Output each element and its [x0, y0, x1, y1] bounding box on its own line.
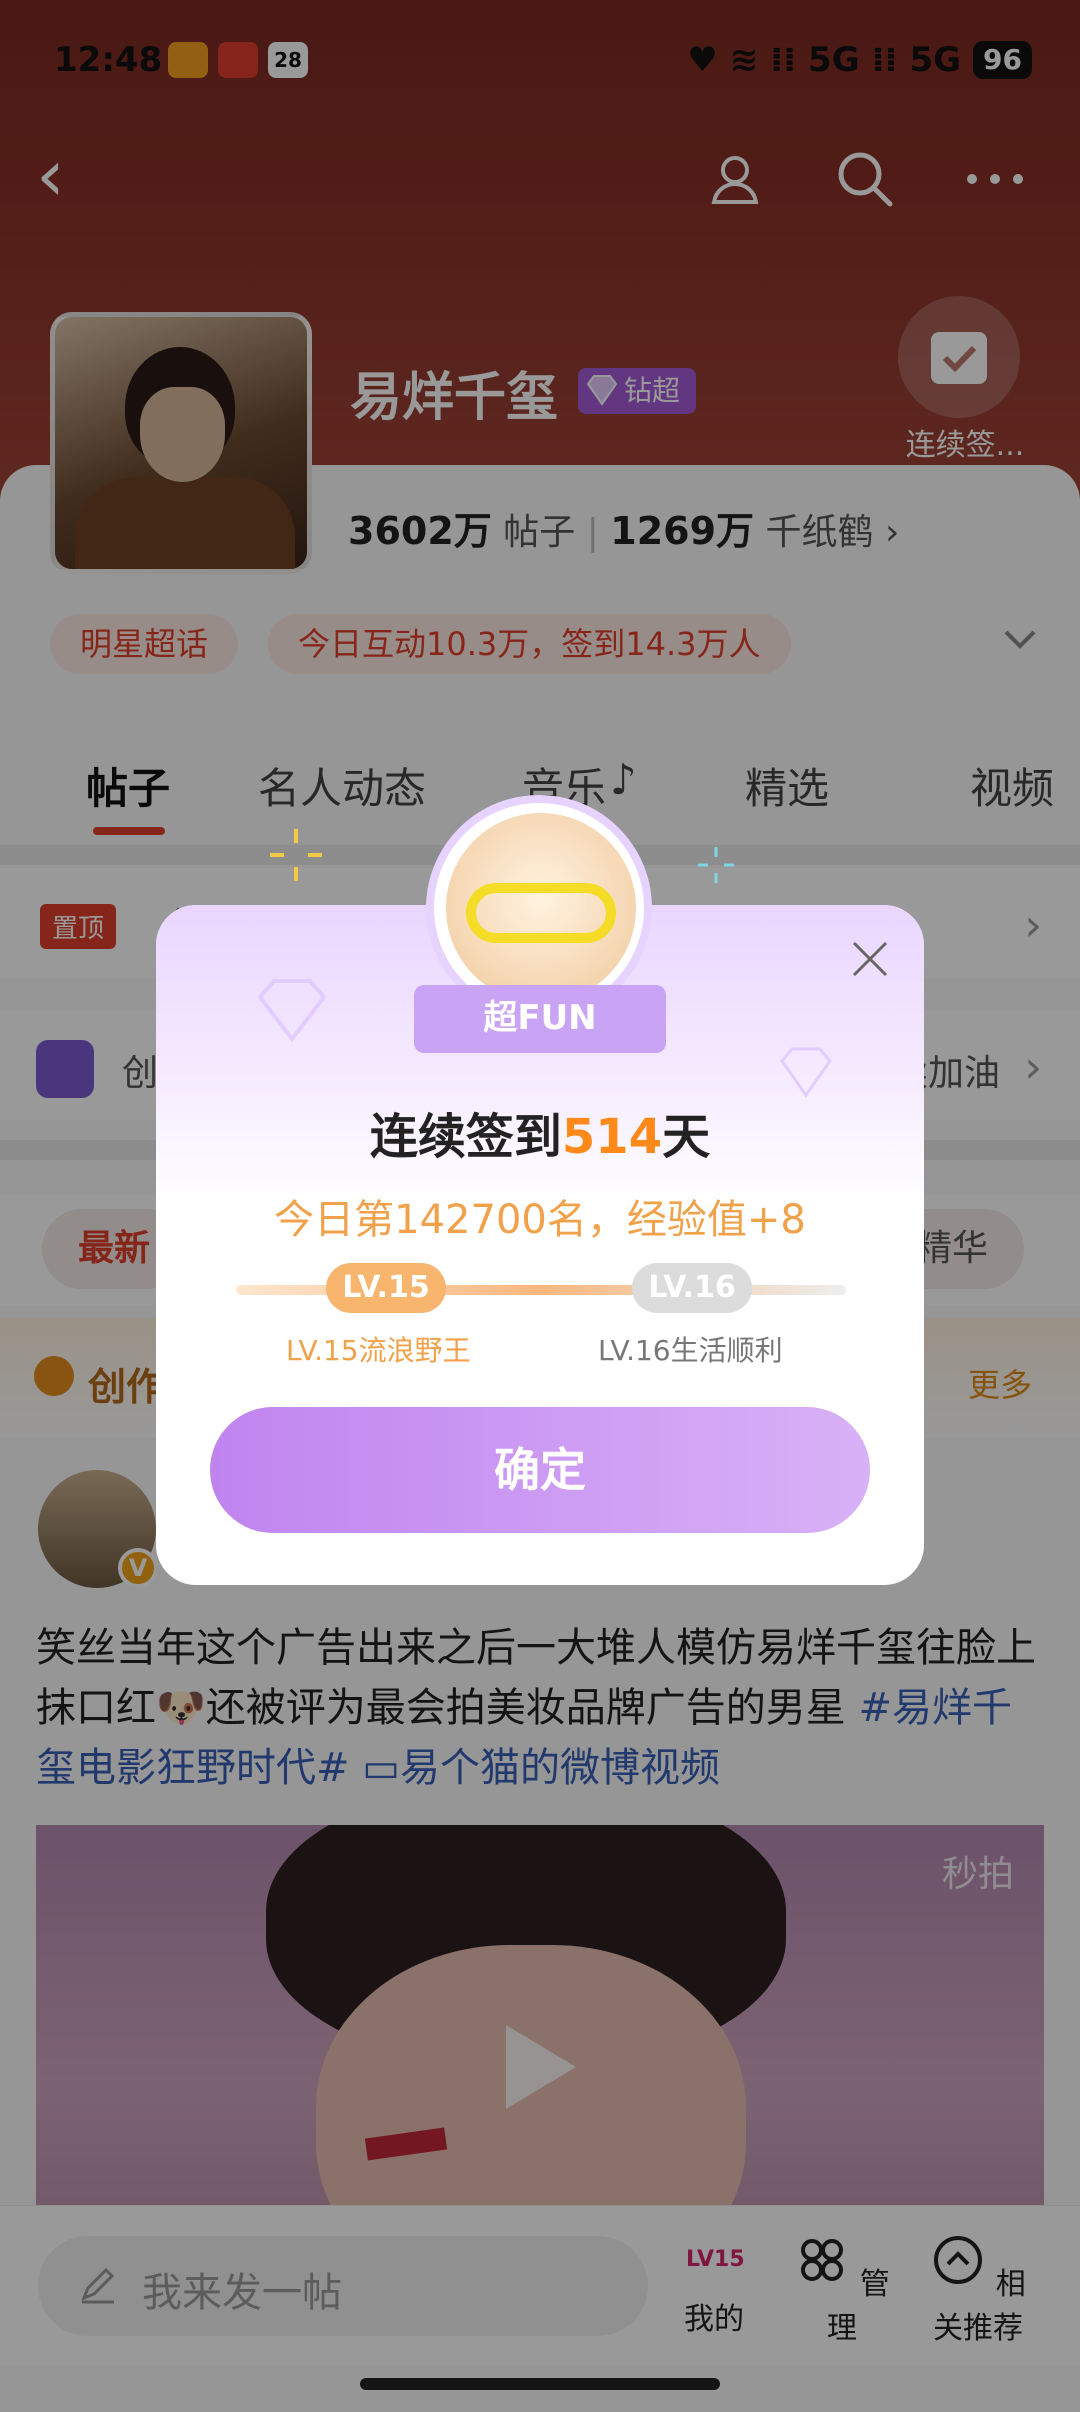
diamond-icon	[780, 1047, 832, 1098]
mascot-image	[446, 813, 636, 1003]
modal-title: 连续签到514天	[156, 1097, 924, 1167]
next-level-pill: LV.16	[632, 1263, 752, 1313]
close-icon[interactable]	[844, 933, 896, 985]
title-suffix: 天	[662, 1109, 711, 1165]
current-level-pill: LV.15	[326, 1263, 446, 1313]
sparkle-icon	[270, 829, 322, 881]
sparkle-icon	[698, 847, 734, 883]
signin-success-modal: 超FUN 连续签到514天 今日第142700名，经验值+8 LV.15 LV.…	[156, 795, 924, 1585]
next-level-name: LV.16生活顺利	[598, 1334, 783, 1367]
current-level-name: LV.15流浪野王	[286, 1334, 471, 1367]
ribbon-label: 超FUN	[414, 985, 666, 1053]
title-prefix: 连续签到	[369, 1109, 562, 1165]
consecutive-days: 514	[561, 1109, 663, 1165]
modal-subtitle: 今日第142700名，经验值+8	[274, 1197, 806, 1243]
diamond-icon	[257, 979, 327, 1043]
confirm-button[interactable]: 确定	[210, 1407, 870, 1533]
